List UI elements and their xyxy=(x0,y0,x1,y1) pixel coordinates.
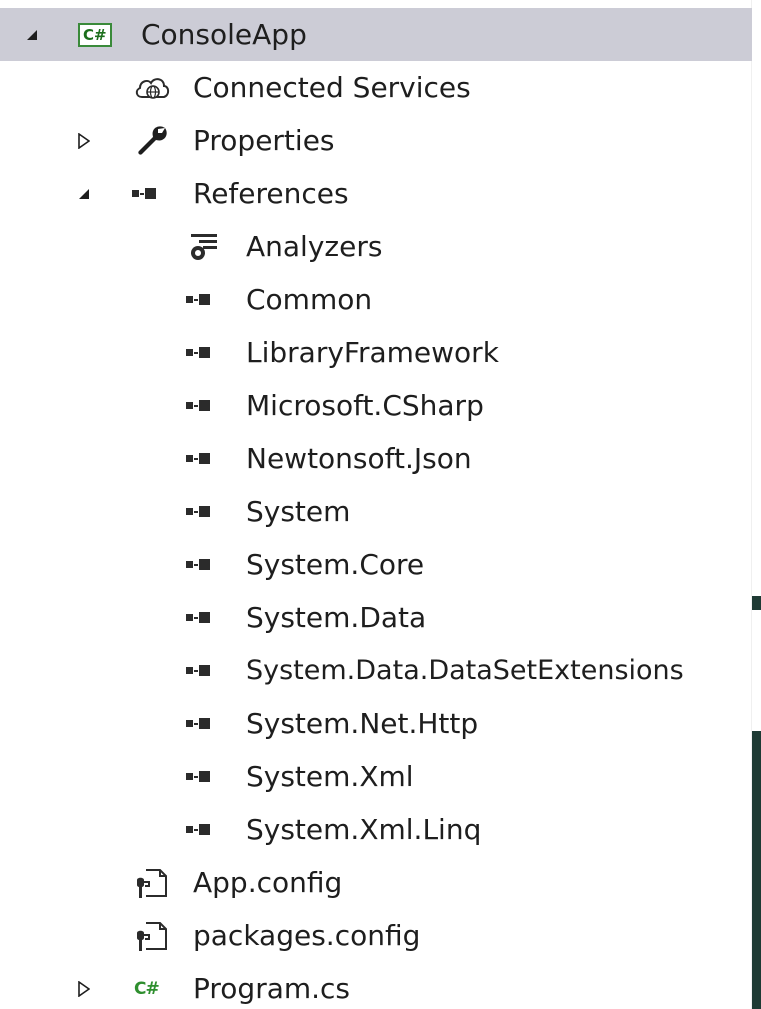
right-edge-dark-panel xyxy=(752,731,761,1009)
tree-item-label: System xyxy=(246,495,351,528)
tree-item-label: System.Xml.Linq xyxy=(246,813,482,846)
tree-item-label: Common xyxy=(246,283,373,316)
cloud-globe-icon xyxy=(132,61,172,114)
tree-item-label: Newtonsoft.Json xyxy=(246,442,472,475)
tree-item-consoleapp[interactable]: C# ConsoleApp xyxy=(0,8,752,61)
csharp-file-icon: C# xyxy=(134,978,160,999)
reference-icon xyxy=(186,379,210,432)
tree-item-label: System.Data xyxy=(246,601,427,634)
tree-item-packages-config[interactable]: packages.config xyxy=(0,909,752,962)
tree-item-reference[interactable]: System.Xml.Linq xyxy=(0,803,752,856)
reference-icon xyxy=(186,326,210,379)
config-file-icon xyxy=(132,856,172,909)
tree-item-program-cs[interactable]: C# Program.cs xyxy=(0,962,752,1009)
tree-item-reference[interactable]: System xyxy=(0,485,752,538)
tree-item-properties[interactable]: Properties xyxy=(0,114,752,167)
expand-arrow-icon[interactable] xyxy=(72,962,96,1009)
tree-item-label: LibraryFramework xyxy=(246,336,499,369)
tree-item-reference[interactable]: LibraryFramework xyxy=(0,326,752,379)
tree-item-label: ConsoleApp xyxy=(141,18,307,51)
reference-icon xyxy=(132,167,156,220)
tree-item-connected-services[interactable]: Connected Services xyxy=(0,61,752,114)
analyzer-icon xyxy=(184,220,224,273)
tree-item-app-config[interactable]: App.config xyxy=(0,856,752,909)
tree-item-references[interactable]: References xyxy=(0,167,752,220)
reference-icon xyxy=(186,644,210,697)
tree-item-label: References xyxy=(193,177,349,210)
tree-item-label: Analyzers xyxy=(246,230,383,263)
reference-icon xyxy=(186,591,210,644)
tree-item-reference[interactable]: System.Data xyxy=(0,591,752,644)
reference-icon xyxy=(186,432,210,485)
tree-item-label: packages.config xyxy=(193,919,421,952)
reference-icon xyxy=(186,538,210,591)
tree-item-label: System.Net.Http xyxy=(246,707,479,740)
tree-item-reference[interactable]: System.Xml xyxy=(0,750,752,803)
reference-icon xyxy=(186,485,210,538)
tree-item-reference[interactable]: Common xyxy=(0,273,752,326)
config-file-icon xyxy=(132,909,172,962)
csharp-project-icon: C# xyxy=(78,8,112,61)
tree-item-reference[interactable]: System.Data.DataSetExtensions xyxy=(0,644,752,697)
reference-icon xyxy=(186,697,210,750)
tree-item-label: Properties xyxy=(193,124,335,157)
collapse-arrow-icon[interactable] xyxy=(72,167,96,220)
tree-item-reference[interactable]: Microsoft.CSharp xyxy=(0,379,752,432)
tree-item-label: System.Core xyxy=(246,548,425,581)
expand-arrow-icon[interactable] xyxy=(72,114,96,167)
tree-item-label: System.Xml xyxy=(246,760,414,793)
wrench-icon xyxy=(132,114,172,167)
collapse-arrow-icon[interactable] xyxy=(20,8,44,61)
solution-explorer-tree: C# ConsoleApp Connected Services Propert… xyxy=(0,8,752,1009)
reference-icon xyxy=(186,273,210,326)
tree-item-reference[interactable]: System.Core xyxy=(0,538,752,591)
right-edge-mark xyxy=(752,596,761,610)
tree-item-reference[interactable]: System.Net.Http xyxy=(0,697,752,750)
tree-item-label: Connected Services xyxy=(193,71,471,104)
reference-icon xyxy=(186,750,210,803)
reference-icon xyxy=(186,803,210,856)
tree-item-label: App.config xyxy=(193,866,343,899)
tree-item-label: Program.cs xyxy=(193,972,351,1005)
tree-item-reference[interactable]: Newtonsoft.Json xyxy=(0,432,752,485)
tree-item-reference[interactable]: Analyzers xyxy=(0,220,752,273)
tree-item-label: Microsoft.CSharp xyxy=(246,389,484,422)
tree-item-label: System.Data.DataSetExtensions xyxy=(246,655,684,686)
